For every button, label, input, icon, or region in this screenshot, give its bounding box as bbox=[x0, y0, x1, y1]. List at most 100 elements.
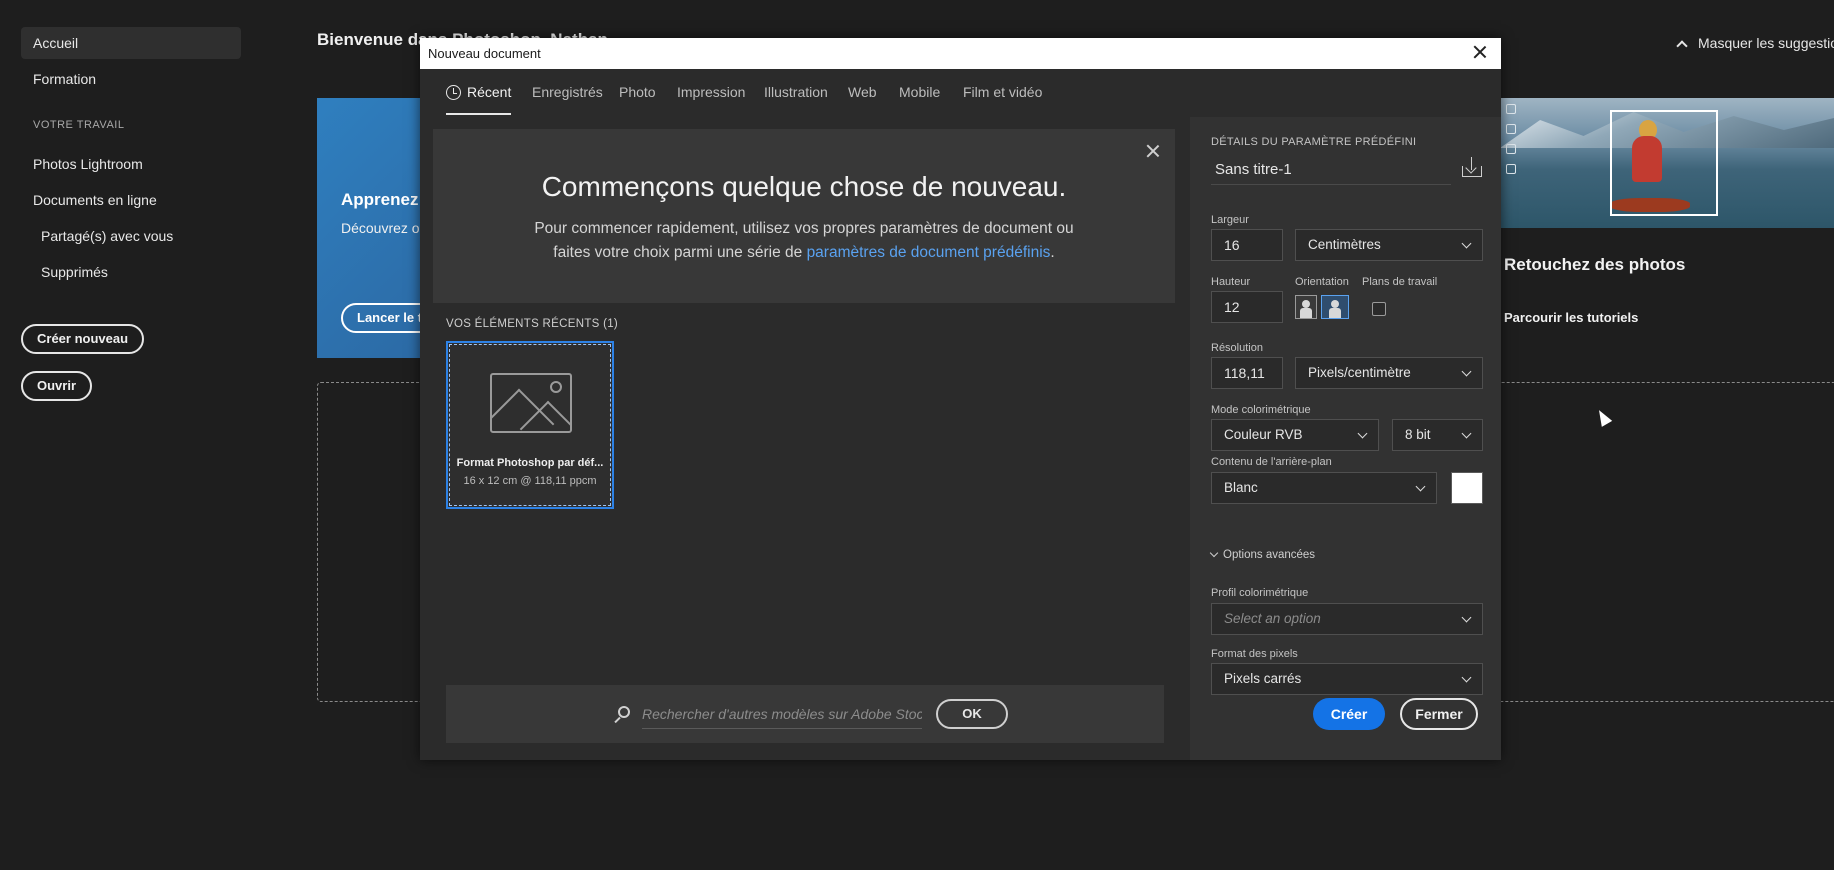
background-select[interactable]: Blanc bbox=[1211, 472, 1437, 504]
recent-item-meta: 16 x 12 cm @ 118,11 ppcm bbox=[463, 475, 597, 487]
chevron-down-icon bbox=[1461, 428, 1472, 439]
tab-web[interactable]: Web bbox=[848, 69, 877, 115]
bit-depth-value: 8 bit bbox=[1405, 427, 1431, 442]
bit-depth-select[interactable]: 8 bit bbox=[1392, 419, 1483, 451]
tab-photo[interactable]: Photo bbox=[619, 69, 656, 115]
document-name-field[interactable]: Sans titre-1 bbox=[1211, 155, 1451, 185]
background-label: Contenu de l'arrière-plan bbox=[1211, 456, 1332, 468]
dialog-title: Nouveau document bbox=[428, 46, 541, 61]
artboards-checkbox[interactable] bbox=[1372, 302, 1386, 316]
pixel-format-select[interactable]: Pixels carrés bbox=[1211, 663, 1483, 695]
eyedropper-icon bbox=[1506, 164, 1516, 174]
chevron-down-icon bbox=[1461, 238, 1472, 249]
background-color-swatch[interactable] bbox=[1451, 472, 1483, 504]
chevron-down-icon bbox=[1357, 428, 1368, 439]
sidebar-item-deleted[interactable]: Supprimés bbox=[29, 256, 249, 288]
retouch-card-title: Retouchez des photos bbox=[1504, 255, 1686, 274]
crop-frame bbox=[1610, 110, 1718, 216]
resolution-unit-select[interactable]: Pixels/centimètre bbox=[1295, 357, 1483, 389]
landscape-figure-head bbox=[1331, 300, 1339, 308]
close-button[interactable]: Fermer bbox=[1400, 698, 1478, 730]
resolution-unit-value: Pixels/centimètre bbox=[1308, 365, 1411, 380]
background-value: Blanc bbox=[1224, 480, 1258, 495]
tab-mobile[interactable]: Mobile bbox=[899, 69, 940, 115]
new-document-dialog: Nouveau document Récent Enregistrés Phot… bbox=[420, 38, 1501, 760]
color-profile-select[interactable]: Select an option bbox=[1211, 603, 1483, 635]
color-mode-value: Couleur RVB bbox=[1224, 427, 1303, 442]
landscape-orientation-button[interactable] bbox=[1321, 295, 1349, 319]
sidebar-item-shared-with-you[interactable]: Partagé(s) avec vous bbox=[29, 220, 249, 252]
color-mode-select[interactable]: Couleur RVB bbox=[1211, 419, 1379, 451]
document-presets-link[interactable]: paramètres de document prédéfinis bbox=[807, 244, 1051, 261]
preset-details-heading: DÉTAILS DU PARAMÈTRE PRÉDÉFINI bbox=[1211, 136, 1417, 148]
chevron-down-icon bbox=[1461, 612, 1472, 623]
color-mode-label: Mode colorimétrique bbox=[1211, 404, 1311, 416]
chevron-down-icon bbox=[1209, 548, 1219, 558]
resolution-input[interactable]: 118,11 bbox=[1211, 357, 1283, 389]
stock-search-input[interactable] bbox=[642, 699, 922, 729]
search-icon bbox=[618, 706, 630, 718]
dialog-left-pane: Commençons quelque chose de nouveau. Pou… bbox=[420, 117, 1190, 760]
tool-strip bbox=[1500, 98, 1524, 228]
tab-print[interactable]: Impression bbox=[677, 69, 745, 115]
open-button[interactable]: Ouvrir bbox=[21, 371, 93, 401]
search-ok-button[interactable]: OK bbox=[936, 699, 1008, 729]
artboards-label: Plans de travail bbox=[1362, 276, 1438, 288]
tab-recent[interactable]: Récent bbox=[446, 69, 512, 115]
preset-tabs: Récent Enregistrés Photo Impression Illu… bbox=[420, 69, 1501, 115]
chevron-up-icon bbox=[1676, 40, 1688, 52]
chevron-down-icon bbox=[1415, 481, 1426, 492]
welcome-close-button[interactable] bbox=[1145, 143, 1161, 159]
image-placeholder-sun bbox=[550, 381, 562, 393]
landscape-figure-body bbox=[1329, 308, 1341, 318]
pixel-format-value: Pixels carrés bbox=[1224, 671, 1302, 686]
stock-search-bar: OK bbox=[446, 685, 1164, 743]
frame-icon bbox=[1506, 144, 1516, 154]
portrait-figure-head bbox=[1302, 300, 1310, 308]
sidebar-item-home[interactable]: Accueil bbox=[21, 27, 241, 59]
tab-film-video[interactable]: Film et vidéo bbox=[963, 69, 1042, 115]
recent-item-card[interactable]: Format Photoshop par déf... 16 x 12 cm @… bbox=[446, 341, 614, 509]
advanced-options-label: Options avancées bbox=[1223, 549, 1316, 561]
sidebar-item-cloud-documents[interactable]: Documents en ligne bbox=[21, 184, 241, 216]
height-label: Hauteur bbox=[1211, 276, 1251, 288]
browse-tutorials-link[interactable]: Parcourir les tutoriels bbox=[1504, 310, 1638, 325]
recent-item-name: Format Photoshop par déf... bbox=[456, 457, 604, 469]
welcome-banner: Commençons quelque chose de nouveau. Pou… bbox=[433, 129, 1175, 303]
clock-icon bbox=[446, 85, 461, 100]
close-icon bbox=[1472, 44, 1488, 60]
tab-illustration[interactable]: Illustration bbox=[764, 69, 828, 115]
orientation-label: Orientation bbox=[1295, 276, 1349, 288]
image-placeholder-icon bbox=[490, 373, 572, 433]
tab-saved[interactable]: Enregistrés bbox=[532, 69, 603, 115]
recent-items-label: VOS ÉLÉMENTS RÉCENTS (1) bbox=[446, 318, 619, 330]
learn-card-title: Apprenez à bbox=[341, 190, 433, 209]
create-button[interactable]: Créer bbox=[1313, 698, 1385, 730]
portrait-figure-body bbox=[1300, 308, 1312, 318]
portrait-orientation-button[interactable] bbox=[1295, 295, 1317, 319]
welcome-text: Pour commencer rapidement, utilisez vos … bbox=[523, 217, 1085, 265]
pixel-format-label: Format des pixels bbox=[1211, 648, 1298, 660]
chevron-down-icon bbox=[1461, 672, 1472, 683]
height-input[interactable]: 12 bbox=[1211, 291, 1283, 323]
sidebar-item-lightroom-photos[interactable]: Photos Lightroom bbox=[21, 148, 241, 180]
crop-icon bbox=[1506, 124, 1516, 134]
create-new-button[interactable]: Créer nouveau bbox=[21, 324, 145, 354]
welcome-text-end: . bbox=[1050, 244, 1055, 261]
learn-card: Apprenez à Découvrez où Lancer le t bbox=[317, 98, 439, 358]
retouch-card-image[interactable] bbox=[1500, 98, 1834, 228]
advanced-options-toggle[interactable]: Options avancées bbox=[1209, 548, 1316, 561]
preset-details-pane: DÉTAILS DU PARAMÈTRE PRÉDÉFINI Sans titr… bbox=[1190, 117, 1501, 760]
sidebar-item-learn[interactable]: Formation bbox=[21, 63, 241, 95]
width-unit-select[interactable]: Centimètres bbox=[1295, 229, 1483, 261]
width-unit-value: Centimètres bbox=[1308, 237, 1381, 252]
hide-suggestions-toggle[interactable]: Masquer les suggestions bbox=[1676, 35, 1834, 52]
save-preset-button[interactable] bbox=[1461, 157, 1483, 179]
resolution-label: Résolution bbox=[1211, 342, 1263, 354]
dialog-close-button[interactable] bbox=[1472, 44, 1492, 64]
learn-card-text: Découvrez où bbox=[341, 220, 428, 236]
color-profile-label: Profil colorimétrique bbox=[1211, 587, 1309, 599]
close-icon bbox=[1145, 143, 1161, 159]
width-input[interactable]: 16 bbox=[1211, 229, 1283, 261]
width-label: Largeur bbox=[1211, 214, 1249, 226]
